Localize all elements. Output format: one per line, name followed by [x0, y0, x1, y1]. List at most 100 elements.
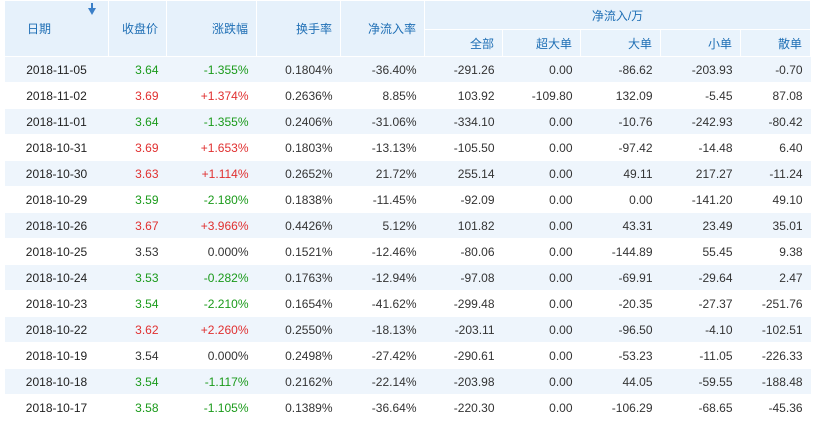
change-pct-cell: 0.000%	[166, 342, 257, 369]
net-inflow-rate-cell: 5.12%	[340, 212, 425, 239]
close-price-cell: 3.53	[108, 264, 167, 291]
close-price-cell: 3.69	[108, 82, 167, 109]
turnover-cell: 0.1803%	[256, 134, 341, 161]
change-pct-cell: +1.114%	[166, 160, 257, 187]
net-inflow-rate-cell: -27.42%	[340, 342, 425, 369]
net-inflow-rate-cell: -18.13%	[340, 316, 425, 343]
turnover-cell: 0.4426%	[256, 212, 341, 239]
net-inflow-extra-large-cell: 0.00	[502, 394, 581, 421]
column-header-large[interactable]: 大单	[580, 29, 661, 57]
net-inflow-small-cell: -68.65	[660, 394, 741, 421]
net-inflow-rate-cell: -22.14%	[340, 368, 425, 395]
sort-down-arrow-icon[interactable]	[88, 3, 96, 15]
net-inflow-retail-cell: -80.42	[740, 108, 811, 135]
table-row: 2018-10-29 3.59 -2.180% 0.1838% -11.45% -92.0…	[4, 186, 811, 213]
column-header-turnover[interactable]: 换手率	[256, 0, 341, 57]
turnover-cell: 0.1521%	[256, 238, 341, 265]
net-inflow-large-cell: -144.89	[580, 238, 661, 265]
close-price-cell: 3.53	[108, 238, 167, 265]
date-cell: 2018-10-29	[4, 186, 109, 213]
net-inflow-rate-cell: -36.40%	[340, 56, 425, 83]
net-inflow-rate-cell: -31.06%	[340, 108, 425, 135]
net-inflow-extra-large-cell: 0.00	[502, 316, 581, 343]
change-pct-cell: -1.105%	[166, 394, 257, 421]
close-price-cell: 3.64	[108, 108, 167, 135]
table-row: 2018-11-05 3.64 -1.355% 0.1804% -36.40% -291.…	[4, 56, 811, 83]
net-inflow-retail-cell: 49.10	[740, 186, 811, 213]
net-inflow-large-cell: -10.76	[580, 108, 661, 135]
change-pct-cell: -2.210%	[166, 290, 257, 317]
column-header-close[interactable]: 收盘价	[108, 0, 167, 57]
change-pct-cell: -2.180%	[166, 186, 257, 213]
net-inflow-extra-large-cell: -109.80	[502, 82, 581, 109]
table-row: 2018-11-01 3.64 -1.355% 0.2406% -31.06% -334.…	[4, 108, 811, 135]
column-header-all[interactable]: 全部	[424, 29, 503, 57]
change-pct-cell: +1.374%	[166, 82, 257, 109]
net-inflow-large-cell: -20.35	[580, 290, 661, 317]
net-inflow-all-cell: -299.48	[424, 290, 503, 317]
column-header-retail[interactable]: 散单	[739, 29, 812, 57]
net-inflow-rate-cell: -41.62%	[340, 290, 425, 317]
net-inflow-all-cell: -80.06	[424, 238, 503, 265]
date-cell: 2018-10-19	[4, 342, 109, 369]
change-pct-cell: -0.282%	[166, 264, 257, 291]
table-row: 2018-10-31 3.69 +1.653% 0.1803% -13.13% -105.…	[4, 134, 811, 161]
net-inflow-small-cell: 23.49	[660, 212, 741, 239]
date-cell: 2018-10-25	[4, 238, 109, 265]
net-inflow-all-cell: -97.08	[424, 264, 503, 291]
change-pct-cell: 0.000%	[166, 238, 257, 265]
table-row: 2018-10-23 3.54 -2.210% 0.1654% -41.62% -299.…	[4, 290, 811, 317]
net-inflow-all-cell: -291.26	[424, 56, 503, 83]
net-inflow-large-cell: -86.62	[580, 56, 661, 83]
net-inflow-all-cell: 255.14	[424, 160, 503, 187]
net-inflow-extra-large-cell: 0.00	[502, 134, 581, 161]
date-cell: 2018-10-31	[4, 134, 109, 161]
column-header-extra-large[interactable]: 超大单	[502, 29, 581, 57]
column-header-net-inflow-rate[interactable]: 净流入率	[340, 0, 425, 57]
turnover-cell: 0.1763%	[256, 264, 341, 291]
column-header-change[interactable]: 涨跌幅	[166, 0, 257, 57]
net-inflow-retail-cell: -226.33	[740, 342, 811, 369]
net-inflow-extra-large-cell: 0.00	[502, 342, 581, 369]
net-inflow-extra-large-cell: 0.00	[502, 160, 581, 187]
column-header-date[interactable]: 日期	[4, 0, 109, 57]
net-inflow-all-cell: 103.92	[424, 82, 503, 109]
table-body: 2018-11-05 3.64 -1.355% 0.1804% -36.40% -291.…	[4, 56, 811, 421]
net-inflow-small-cell: -141.20	[660, 186, 741, 213]
turnover-cell: 0.2550%	[256, 316, 341, 343]
date-cell: 2018-10-22	[4, 316, 109, 343]
column-header-small[interactable]: 小单	[660, 29, 741, 57]
close-price-cell: 3.67	[108, 212, 167, 239]
net-inflow-rate-cell: 21.72%	[340, 160, 425, 187]
date-cell: 2018-11-01	[4, 108, 109, 135]
table-row: 2018-10-18 3.54 -1.117% 0.2162% -22.14% -203.…	[4, 368, 811, 395]
net-inflow-extra-large-cell: 0.00	[502, 108, 581, 135]
net-inflow-extra-large-cell: 0.00	[502, 368, 581, 395]
net-inflow-small-cell: -27.37	[660, 290, 741, 317]
close-price-cell: 3.69	[108, 134, 167, 161]
date-cell: 2018-10-17	[4, 394, 109, 421]
net-inflow-large-cell: 44.05	[580, 368, 661, 395]
net-inflow-all-cell: -334.10	[424, 108, 503, 135]
net-inflow-retail-cell: 9.38	[740, 238, 811, 265]
net-inflow-rate-cell: 8.85%	[340, 82, 425, 109]
net-inflow-retail-cell: 35.01	[740, 212, 811, 239]
net-inflow-large-cell: -69.91	[580, 264, 661, 291]
close-price-cell: 3.54	[108, 290, 167, 317]
date-cell: 2018-11-02	[4, 82, 109, 109]
fund-flow-table: 日期 收盘价 涨跌幅 换手率 净流入率 净流入/万 全部 超大单 大单 小单 散…	[4, 0, 812, 421]
column-group-net-inflow: 净流入/万	[423, 0, 812, 30]
date-cell: 2018-10-23	[4, 290, 109, 317]
net-inflow-extra-large-cell: 0.00	[502, 238, 581, 265]
net-inflow-small-cell: -5.45	[660, 82, 741, 109]
net-inflow-small-cell: -4.10	[660, 316, 741, 343]
net-inflow-retail-cell: -11.24	[740, 160, 811, 187]
change-pct-cell: +1.653%	[166, 134, 257, 161]
close-price-cell: 3.64	[108, 56, 167, 83]
net-inflow-rate-cell: -13.13%	[340, 134, 425, 161]
net-inflow-extra-large-cell: 0.00	[502, 212, 581, 239]
net-inflow-retail-cell: -0.70	[740, 56, 811, 83]
close-price-cell: 3.54	[108, 342, 167, 369]
turnover-cell: 0.2406%	[256, 108, 341, 135]
net-inflow-extra-large-cell: 0.00	[502, 56, 581, 83]
